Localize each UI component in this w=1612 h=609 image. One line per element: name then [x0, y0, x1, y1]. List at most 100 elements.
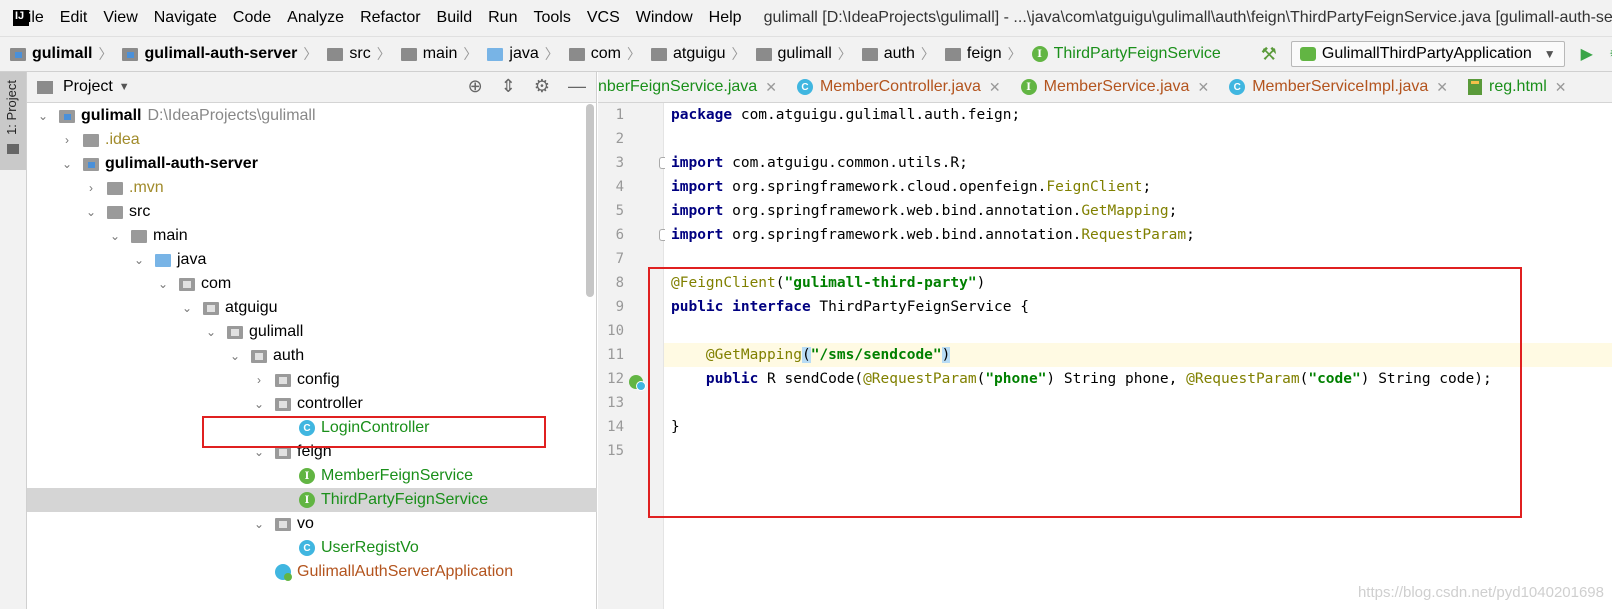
- tree-item[interactable]: ⌄ gulimall D:\IdeaProjects\gulimall: [27, 104, 597, 128]
- tab-member-service-impl[interactable]: C MemberServiceImpl.java ✕: [1219, 72, 1458, 102]
- tree-item[interactable]: C UserRegistVo: [27, 536, 597, 560]
- menu-window[interactable]: Window: [636, 9, 693, 27]
- tree-item[interactable]: › .mvn: [27, 176, 597, 200]
- breadcrumb-main[interactable]: main 〉: [400, 44, 477, 64]
- tree-item[interactable]: ⌄ gulimall-auth-server: [27, 152, 597, 176]
- chevron-down-icon[interactable]: ⌄: [251, 517, 267, 531]
- line-number[interactable]: 12: [598, 367, 624, 391]
- hide-minus-icon[interactable]: —: [568, 76, 586, 97]
- menu-view[interactable]: View: [103, 9, 137, 27]
- line-number[interactable]: 9: [598, 295, 624, 319]
- breadcrumb-module[interactable]: gulimall-auth-server 〉: [122, 44, 317, 64]
- line-number[interactable]: 6: [598, 223, 624, 247]
- close-icon[interactable]: ✕: [1436, 79, 1448, 96]
- chevron-right-icon[interactable]: ›: [83, 181, 99, 195]
- line-number[interactable]: 2: [598, 127, 624, 151]
- tree-item[interactable]: › config: [27, 368, 597, 392]
- close-icon[interactable]: ✕: [1555, 79, 1567, 96]
- tree-item[interactable]: › .idea: [27, 128, 597, 152]
- line-number[interactable]: 8: [598, 271, 624, 295]
- menu-help[interactable]: Help: [709, 9, 742, 27]
- tree-item-label: UserRegistVo: [321, 539, 419, 556]
- chevron-right-icon: 〉: [627, 46, 641, 62]
- tree-item[interactable]: ⌄ controller: [27, 392, 597, 416]
- collapse-all-icon[interactable]: ⇕: [501, 76, 516, 97]
- build-hammer-icon[interactable]: ⚒: [1261, 44, 1277, 65]
- line-number[interactable]: 7: [598, 247, 624, 271]
- line-number[interactable]: 4: [598, 175, 624, 199]
- close-icon[interactable]: ✕: [989, 79, 1001, 96]
- chevron-down-icon[interactable]: ⌄: [203, 325, 219, 339]
- chevron-down-icon[interactable]: ⌄: [131, 253, 147, 267]
- line-number[interactable]: 13: [598, 391, 624, 415]
- tab-member-service[interactable]: I MemberService.java ✕: [1011, 72, 1220, 102]
- close-icon[interactable]: ✕: [1197, 79, 1209, 96]
- tree-item[interactable]: ⌄ auth: [27, 344, 597, 368]
- tree-item[interactable]: ⌄ main: [27, 224, 597, 248]
- breadcrumb-src[interactable]: src 〉: [327, 44, 391, 64]
- chevron-down-icon[interactable]: ⌄: [251, 397, 267, 411]
- menu-refactor[interactable]: Refactor: [360, 9, 420, 27]
- locate-target-icon[interactable]: ⊕: [468, 76, 483, 97]
- chevron-right-icon[interactable]: ›: [251, 373, 267, 387]
- close-icon[interactable]: ✕: [765, 79, 777, 96]
- tree-item[interactable]: ⌄ src: [27, 200, 597, 224]
- run-configuration-select[interactable]: GulimallThirdPartyApplication ▼: [1290, 41, 1565, 67]
- tree-item[interactable]: ⌄ atguigu: [27, 296, 597, 320]
- menu-edit[interactable]: Edit: [60, 9, 88, 27]
- line-number[interactable]: 3: [598, 151, 624, 175]
- tree-item[interactable]: ⌄ java: [27, 248, 597, 272]
- line-number[interactable]: 5: [598, 199, 624, 223]
- code-line: import org.springframework.web.bind.anno…: [671, 227, 1195, 243]
- tree-item[interactable]: ⌄ gulimall: [27, 320, 597, 344]
- tab-reg-html[interactable]: reg.html ✕: [1458, 72, 1577, 102]
- breadcrumb-auth[interactable]: auth 〉: [861, 44, 935, 64]
- chevron-down-icon[interactable]: ⌄: [155, 277, 171, 291]
- line-number[interactable]: 15: [598, 439, 624, 463]
- menu-navigate[interactable]: Navigate: [154, 9, 217, 27]
- source-folder-icon: [155, 253, 171, 267]
- implemented-gutter-icon[interactable]: [629, 375, 646, 391]
- spring-boot-icon: [1299, 47, 1316, 61]
- menu-build[interactable]: Build: [437, 9, 473, 27]
- package-icon: [944, 47, 961, 61]
- tree-item[interactable]: GulimallAuthServerApplication: [27, 560, 597, 584]
- line-number[interactable]: 11: [598, 343, 624, 367]
- breadcrumb-gulimall[interactable]: gulimall 〉: [755, 44, 852, 64]
- gear-icon[interactable]: ⚙: [534, 76, 550, 97]
- project-view-select[interactable]: Project: [63, 78, 113, 96]
- breadcrumb-com[interactable]: com 〉: [568, 44, 641, 64]
- breadcrumb-project[interactable]: gulimall 〉: [10, 44, 112, 64]
- menu-run[interactable]: Run: [488, 9, 517, 27]
- menu-code[interactable]: Code: [233, 9, 271, 27]
- breadcrumb-feign[interactable]: feign 〉: [944, 44, 1022, 64]
- tree-item[interactable]: I MemberFeignService: [27, 464, 597, 488]
- scrollbar[interactable]: [586, 104, 594, 297]
- chevron-down-icon[interactable]: ⌄: [179, 301, 195, 315]
- menu-analyze[interactable]: Analyze: [287, 9, 344, 27]
- menu-vcs[interactable]: VCS: [587, 9, 620, 27]
- tab-member-controller[interactable]: C MemberController.java ✕: [787, 72, 1011, 102]
- chevron-down-icon[interactable]: ▼: [119, 81, 130, 93]
- chevron-down-icon[interactable]: ⌄: [107, 229, 123, 243]
- run-icon[interactable]: ▶: [1581, 44, 1593, 64]
- chevron-down-icon[interactable]: ⌄: [59, 157, 75, 171]
- tree-item[interactable]: I ThirdPartyFeignService: [27, 488, 597, 512]
- breadcrumb-atguigu[interactable]: atguigu 〉: [651, 44, 746, 64]
- project-tool-button[interactable]: 1: Project: [0, 72, 26, 170]
- chevron-down-icon[interactable]: ⌄: [227, 349, 243, 363]
- tab-member-feign-service[interactable]: nberFeignService.java ✕: [598, 72, 787, 102]
- line-number[interactable]: 14: [598, 415, 624, 439]
- tree-item[interactable]: ⌄ vo: [27, 512, 597, 536]
- class-icon: C: [796, 79, 813, 95]
- line-number[interactable]: 10: [598, 319, 624, 343]
- chevron-right-icon[interactable]: ›: [59, 133, 75, 147]
- menu-tools[interactable]: Tools: [533, 9, 570, 27]
- folder-icon: [131, 229, 147, 243]
- tree-item[interactable]: ⌄ com: [27, 272, 597, 296]
- line-number[interactable]: 1: [598, 103, 624, 127]
- breadcrumb-file[interactable]: I ThirdPartyFeignService: [1031, 45, 1221, 63]
- breadcrumb-java[interactable]: java 〉: [487, 44, 559, 64]
- chevron-down-icon[interactable]: ⌄: [83, 205, 99, 219]
- chevron-down-icon[interactable]: ⌄: [35, 109, 51, 123]
